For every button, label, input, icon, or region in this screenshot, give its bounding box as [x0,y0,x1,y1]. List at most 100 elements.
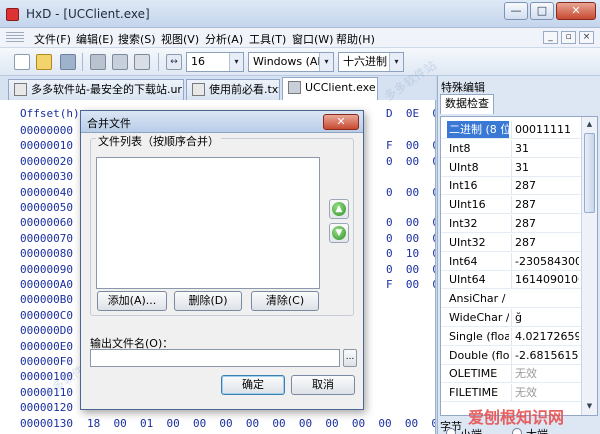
inspector-row[interactable]: Single (float 4.02172659 [441,327,581,346]
hex-row[interactable]: 00000070 [20,232,73,245]
hex-row[interactable]: 00000000 [20,124,73,137]
hex-row[interactable]: 00000020 [20,155,73,168]
inspector-row[interactable]: WideChar / cğ [441,309,581,327]
file-list[interactable] [96,157,320,289]
tab-ucclient[interactable]: UCClient.exe [282,77,378,100]
hex-row[interactable]: 00000050 [20,201,73,214]
hex-row[interactable]: 000000F0 [20,355,73,368]
inspector-row[interactable]: Int8 31 [441,139,581,158]
window-controls: — □ ✕ [504,2,596,20]
toolbar-separator [82,53,83,71]
open-folder-icon[interactable] [36,54,52,70]
inspector-row[interactable]: UInt32 287 [441,233,581,252]
little-endian-radio[interactable] [446,428,456,434]
browse-button[interactable]: ... [343,349,357,367]
hex-row[interactable]: 00000040 [20,186,73,199]
menu-edit[interactable]: 编辑(E) [76,31,114,47]
tool-icon[interactable] [90,54,106,70]
menu-window[interactable]: 窗口(W) [292,31,333,47]
number-base-select[interactable]: 十六进制 ▾ [338,52,404,72]
add-button[interactable]: 添加(A)... [97,291,167,311]
inspector-value[interactable]: 1614090106 [511,271,579,289]
hex-row[interactable]: 00000130 18 00 01 00 00 00 00 00 00 00 00… [20,417,435,430]
inspector-row[interactable]: AnsiChar / c [441,290,581,309]
hex-row[interactable]: 00000060 [20,216,73,229]
inspector-value[interactable]: 4.02172659 [511,327,579,345]
close-button[interactable]: ✕ [556,2,596,20]
tab-data-inspector[interactable]: 数据检查 [440,94,494,114]
inspector-value[interactable]: 31 [511,158,579,176]
row-bytes-tail: 0 10 00 [386,247,435,261]
hex-row[interactable]: 00000090 [20,263,73,276]
menu-help[interactable]: 帮助(H) [336,31,375,47]
row-offset: 000000B0 [20,293,73,307]
inspector-scrollbar[interactable]: ▲ ▼ [581,117,597,415]
hex-row[interactable]: 00000010 [20,139,73,152]
inspector-value[interactable]: 287 [511,215,579,232]
inspector-row[interactable]: Int64 -230584300 [441,252,581,271]
clear-button[interactable]: 清除(C) [251,291,319,311]
menu-search[interactable]: 搜索(S) [118,31,156,47]
tab-readme[interactable]: 使用前必看.txt [186,79,280,100]
hex-row[interactable]: 00000120 [20,401,73,414]
big-endian-radio[interactable] [512,428,522,434]
hex-row[interactable]: 000000B0 [20,293,73,306]
mdi-restore-button[interactable]: ▫ [561,31,576,44]
dialog-close-button[interactable]: ✕ [323,114,359,130]
tab-url-file[interactable]: 多多软件站-最安全的下载站.url [8,79,184,100]
delete-button[interactable]: 删除(D) [174,291,242,311]
charset-value: Windows (AN [253,55,326,68]
scroll-down-icon[interactable]: ▼ [584,401,595,412]
inspector-row[interactable]: OLETIME 无效 [441,365,581,384]
menu-view[interactable]: 视图(V) [161,31,199,47]
inspector-value[interactable]: ğ [511,309,579,326]
inspector-value[interactable]: 00011111 [511,121,579,138]
move-up-button[interactable]: ▲ [329,199,349,219]
inspector-row[interactable]: 二进制 (8 位 00011111 [441,121,581,139]
inspector-row[interactable]: Int32 287 [441,215,581,233]
inspector-value[interactable]: 287 [511,177,579,195]
charset-select[interactable]: Windows (AN ▾ [248,52,334,72]
hex-row[interactable]: 00000030 [20,170,73,183]
cancel-button[interactable]: 取消 [291,375,355,395]
minimize-button[interactable]: — [504,2,528,20]
save-icon[interactable] [60,54,76,70]
hex-row[interactable]: 000000C0 [20,309,73,322]
memory-icon[interactable] [134,54,150,70]
row-offset: 00000020 [20,154,73,168]
output-file-input[interactable] [90,349,340,367]
bytes-per-row-select[interactable]: 16 ▾ [186,52,244,72]
inspector-value[interactable]: 无效 [511,384,579,402]
hex-row[interactable]: 000000D0 [20,324,73,337]
inspector-row[interactable]: UInt8 31 [441,158,581,177]
disk-icon[interactable] [112,54,128,70]
hex-row[interactable]: 000000E0 [20,340,73,353]
hex-row[interactable]: 000000A0 [20,278,73,291]
scroll-thumb[interactable] [584,133,595,213]
menu-file[interactable]: 文件(F) [34,31,71,47]
inspector-value[interactable]: -230584300 [511,252,579,270]
maximize-button[interactable]: □ [530,2,554,20]
document-tabs: 多多软件站-最安全的下载站.url 使用前必看.txt UCClient.exe [0,76,436,100]
menu-analysis[interactable]: 分析(A) [205,31,243,47]
row-offset: 00000050 [20,201,73,214]
ok-button[interactable]: 确定 [221,375,285,395]
scroll-up-icon[interactable]: ▲ [584,119,595,130]
inspector-row[interactable]: Double (float-2.6815615 [441,346,581,365]
inspector-value[interactable]: 31 [511,139,579,157]
inspector-value[interactable]: -2.6815615 [511,346,579,364]
new-file-icon[interactable] [14,54,30,70]
inspector-row[interactable]: UInt64 1614090106 [441,271,581,290]
move-down-button[interactable]: ▼ [329,223,349,243]
inspector-value[interactable]: 287 [511,233,579,251]
hex-row[interactable]: 00000080 [20,247,73,260]
inspector-value[interactable]: 287 [511,196,579,214]
mdi-close-button[interactable]: × [579,31,594,44]
inspector-row[interactable]: FILETIME 无效 [441,384,581,403]
inspector-row[interactable]: Int16 287 [441,177,581,196]
menu-tools[interactable]: 工具(T) [249,31,286,47]
inspector-row[interactable]: UInt16 287 [441,196,581,215]
inspector-value[interactable]: 无效 [511,365,579,383]
mdi-minimize-button[interactable]: _ [543,31,558,44]
file-icon [288,81,301,94]
